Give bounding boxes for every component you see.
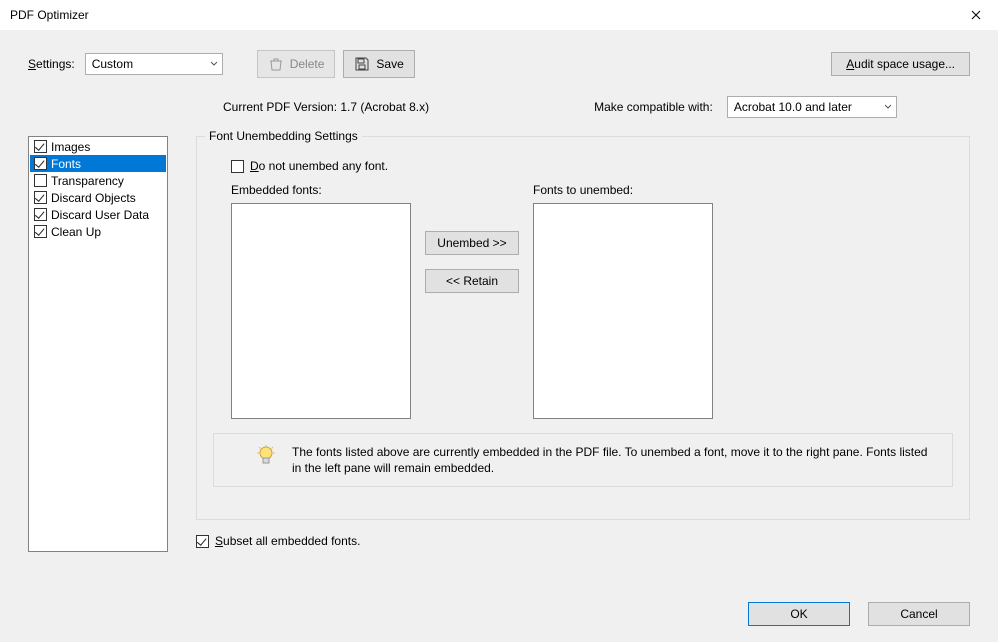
checkbox-icon[interactable] — [34, 208, 47, 221]
subset-label: Subset all embedded fonts. — [215, 534, 360, 548]
category-item-discard-user-data[interactable]: Discard User Data — [30, 206, 166, 223]
font-unembedding-group: Font Unembedding Settings Do not unembed… — [196, 136, 970, 520]
floppy-icon — [354, 56, 370, 72]
main-content: Images Fonts Transparency Discard Object… — [28, 136, 970, 552]
category-item-images[interactable]: Images — [30, 138, 166, 155]
settings-label: Settings: — [28, 57, 75, 71]
checkbox-icon[interactable] — [34, 174, 47, 187]
save-button-label: Save — [376, 57, 403, 71]
category-label: Discard User Data — [51, 208, 149, 222]
save-button[interactable]: Save — [343, 50, 414, 78]
version-row: Current PDF Version: 1.7 (Acrobat 8.x) M… — [28, 96, 970, 118]
groupbox-title: Font Unembedding Settings — [205, 129, 362, 143]
category-list[interactable]: Images Fonts Transparency Discard Object… — [28, 136, 168, 552]
checkbox-icon[interactable] — [34, 225, 47, 238]
chevron-down-icon — [884, 104, 892, 110]
top-toolbar: Settings: Custom Delete Save Audit space… — [28, 50, 970, 78]
category-item-clean-up[interactable]: Clean Up — [30, 223, 166, 240]
category-item-transparency[interactable]: Transparency — [30, 172, 166, 189]
hint-box: The fonts listed above are currently emb… — [213, 433, 953, 487]
audit-space-button[interactable]: Audit space usage... — [831, 52, 970, 76]
category-label: Discard Objects — [51, 191, 136, 205]
do-not-unembed-row: Do not unembed any font. — [231, 159, 953, 173]
checkbox-icon[interactable] — [34, 157, 47, 170]
retain-button[interactable]: << Retain — [425, 269, 519, 293]
settings-panel: Font Unembedding Settings Do not unembed… — [196, 136, 970, 552]
category-item-fonts[interactable]: Fonts — [30, 155, 166, 172]
dialog-footer: OK Cancel — [748, 602, 970, 626]
delete-button-label: Delete — [290, 57, 325, 71]
category-label: Transparency — [51, 174, 124, 188]
checkbox-icon[interactable] — [34, 191, 47, 204]
settings-combo[interactable]: Custom — [85, 53, 223, 75]
do-not-unembed-checkbox[interactable] — [231, 160, 244, 173]
category-item-discard-objects[interactable]: Discard Objects — [30, 189, 166, 206]
current-pdf-version-label: Current PDF Version: 1.7 (Acrobat 8.x) — [223, 100, 429, 114]
lightbulb-icon — [254, 444, 278, 468]
trash-icon — [268, 56, 284, 72]
category-label: Clean Up — [51, 225, 101, 239]
chevron-down-icon — [210, 61, 218, 67]
subset-row: Subset all embedded fonts. — [196, 534, 970, 548]
cancel-button[interactable]: Cancel — [868, 602, 970, 626]
checkbox-icon[interactable] — [34, 140, 47, 153]
fonts-to-unembed-label: Fonts to unembed: — [533, 183, 713, 197]
compatibility-combo[interactable]: Acrobat 10.0 and later — [727, 96, 897, 118]
fonts-columns: Embedded fonts: Unembed >> << Retain Fon… — [213, 183, 953, 419]
make-compatible-label: Make compatible with: — [594, 100, 713, 114]
window-title: PDF Optimizer — [10, 8, 89, 22]
compatibility-combo-value: Acrobat 10.0 and later — [734, 100, 852, 114]
category-label: Images — [51, 140, 90, 154]
close-icon — [971, 10, 981, 20]
hint-text: The fonts listed above are currently emb… — [292, 444, 932, 476]
delete-button[interactable]: Delete — [257, 50, 336, 78]
fonts-to-unembed-listbox[interactable] — [533, 203, 713, 419]
unembed-button[interactable]: Unembed >> — [425, 231, 519, 255]
titlebar: PDF Optimizer — [0, 0, 998, 30]
settings-combo-value: Custom — [92, 57, 133, 71]
do-not-unembed-label: Do not unembed any font. — [250, 159, 388, 173]
close-button[interactable] — [953, 0, 998, 30]
embedded-fonts-label: Embedded fonts: — [231, 183, 411, 197]
unembed-fonts-column: Fonts to unembed: — [533, 183, 713, 419]
embedded-fonts-column: Embedded fonts: — [213, 183, 411, 419]
category-label: Fonts — [51, 157, 81, 171]
embedded-fonts-listbox[interactable] — [231, 203, 411, 419]
ok-button[interactable]: OK — [748, 602, 850, 626]
move-buttons: Unembed >> << Retain — [425, 231, 519, 293]
dialog-body: Settings: Custom Delete Save Audit space… — [0, 30, 998, 642]
subset-checkbox[interactable] — [196, 535, 209, 548]
